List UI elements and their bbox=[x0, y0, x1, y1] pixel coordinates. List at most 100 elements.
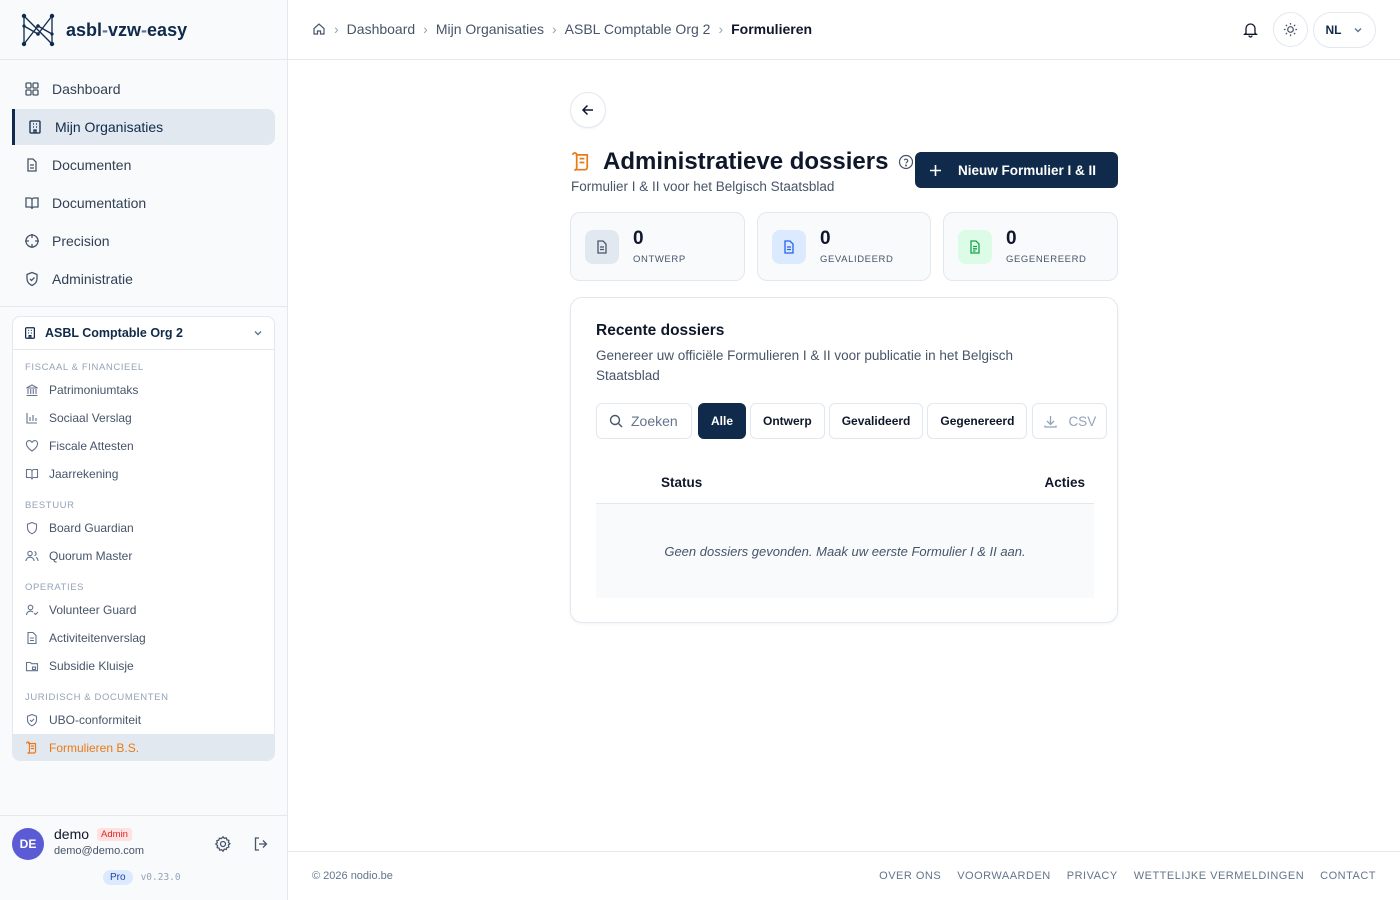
help-circle-icon[interactable] bbox=[898, 154, 914, 170]
document-icon bbox=[27, 158, 37, 172]
sub-item-label: Formulieren B.S. bbox=[49, 741, 140, 755]
sub-item-volunteer-guard[interactable]: Volunteer Guard bbox=[13, 596, 274, 624]
table-header: Status Acties bbox=[596, 462, 1094, 504]
recent-dossiers-card: Recente dossiers Genereer uw officiële F… bbox=[570, 297, 1118, 623]
stat-card-gegenereerd: 0 GEGENEREERD bbox=[943, 212, 1118, 281]
network-logo-icon bbox=[21, 13, 55, 47]
nav-label: Documenten bbox=[52, 157, 132, 173]
sub-item-label: Board Guardian bbox=[49, 521, 134, 535]
folder-lock-icon bbox=[25, 661, 39, 672]
stat-value: 0 bbox=[820, 228, 831, 249]
divider bbox=[0, 815, 287, 816]
search-input[interactable]: Zoeken bbox=[596, 403, 692, 439]
sun-icon bbox=[1283, 22, 1298, 37]
heart-icon bbox=[25, 440, 39, 452]
sub-item-fiscale-attesten[interactable]: Fiscale Attesten bbox=[13, 432, 274, 460]
bell-icon[interactable] bbox=[1242, 21, 1259, 38]
users-icon bbox=[25, 550, 39, 562]
user-email: demo@demo.com bbox=[54, 845, 145, 857]
sub-item-activiteitenverslag[interactable]: Activiteitenverslag bbox=[13, 624, 274, 652]
footer-links: OVER ONS VOORWAARDEN PRIVACY WETTELIJKE … bbox=[879, 870, 1376, 882]
nav-label: Mijn Organisaties bbox=[55, 119, 164, 135]
footer-link-privacy[interactable]: PRIVACY bbox=[1067, 870, 1118, 882]
page-header: Administratieve dossiers bbox=[570, 148, 914, 176]
back-button[interactable] bbox=[570, 92, 606, 128]
org-panel: ASBL Comptable Org 2 FISCAAL & FINANCIEE… bbox=[12, 316, 275, 761]
group-title: JURIDISCH & DOCUMENTEN bbox=[25, 692, 169, 703]
chevron-down-icon bbox=[1354, 28, 1361, 33]
page-subtitle: Formulier I & II voor het Belgisch Staat… bbox=[571, 179, 835, 194]
group-title: BESTUUR bbox=[25, 500, 75, 511]
column-status[interactable]: Status bbox=[661, 475, 702, 490]
sub-item-patrimoniumtaks[interactable]: Patrimoniumtaks bbox=[13, 376, 274, 404]
sub-item-label: Quorum Master bbox=[49, 549, 133, 563]
footer-link-voorwaarden[interactable]: VOORWAARDEN bbox=[957, 870, 1051, 882]
new-form-button[interactable]: Nieuw Formulier I & II bbox=[915, 152, 1118, 188]
stat-card-ontwerp: 0 ONTWERP bbox=[570, 212, 745, 281]
theme-toggle-button[interactable] bbox=[1273, 12, 1308, 47]
nav-label: Precision bbox=[52, 233, 110, 249]
group-title: OPERATIES bbox=[25, 582, 85, 593]
group-title: FISCAAL & FINANCIEEL bbox=[25, 362, 144, 373]
user-profile[interactable]: DE demo Admin demo@demo.com bbox=[12, 826, 144, 860]
bar-chart-icon bbox=[26, 413, 37, 424]
sub-item-label: Jaarrekening bbox=[49, 467, 119, 481]
nav-item-mijn-organisaties[interactable]: Mijn Organisaties bbox=[12, 109, 275, 145]
sub-item-board-guardian[interactable]: Board Guardian bbox=[13, 514, 274, 542]
chevron-right-icon: › bbox=[423, 21, 428, 37]
nav-item-documenten[interactable]: Documenten bbox=[12, 147, 275, 183]
filter-alle[interactable]: Alle bbox=[698, 403, 747, 439]
stat-label: ONTWERP bbox=[633, 254, 686, 265]
filter-ontwerp[interactable]: Ontwerp bbox=[750, 403, 825, 439]
filter-gevalideerd[interactable]: Gevalideerd bbox=[828, 403, 924, 439]
divider bbox=[0, 306, 287, 307]
stat-label: GEGENEREERD bbox=[1006, 254, 1087, 265]
breadcrumb-mijn-organisaties[interactable]: Mijn Organisaties bbox=[436, 21, 544, 37]
nav-item-administratie[interactable]: Administratie bbox=[12, 261, 275, 297]
copyright: © 2026 nodio.be bbox=[312, 870, 393, 882]
breadcrumb-org[interactable]: ASBL Comptable Org 2 bbox=[565, 21, 711, 37]
download-icon bbox=[1044, 415, 1058, 428]
page-title: Administratieve dossiers bbox=[603, 148, 889, 175]
stat-card-gevalideerd: 0 GEVALIDEERD bbox=[757, 212, 931, 281]
sub-item-formulieren-bs[interactable]: Formulieren B.S. bbox=[13, 734, 274, 760]
document-icon bbox=[784, 239, 794, 254]
logout-icon[interactable] bbox=[252, 835, 270, 853]
nav-item-documentation[interactable]: Documentation bbox=[12, 185, 275, 221]
crosshair-icon bbox=[25, 234, 39, 248]
sub-item-quorum-master[interactable]: Quorum Master bbox=[13, 542, 274, 570]
sub-item-subsidie-kluisje[interactable]: Subsidie Kluisje bbox=[13, 652, 274, 680]
scroll-icon bbox=[572, 151, 589, 171]
nav-item-precision[interactable]: Precision bbox=[12, 223, 275, 259]
sub-item-label: UBO-conformiteit bbox=[49, 713, 142, 727]
chevron-right-icon: › bbox=[552, 21, 557, 37]
book-icon bbox=[25, 197, 39, 210]
language-value: NL bbox=[1325, 23, 1342, 37]
chevron-right-icon: › bbox=[334, 21, 339, 37]
filter-gegenereerd[interactable]: Gegenereerd bbox=[927, 403, 1028, 439]
breadcrumb-dashboard[interactable]: Dashboard bbox=[347, 21, 416, 37]
document-icon bbox=[597, 239, 607, 254]
shield-icon bbox=[26, 521, 38, 535]
home-icon[interactable] bbox=[312, 22, 326, 36]
breadcrumb-current: Formulieren bbox=[731, 21, 813, 37]
sub-item-jaarrekening[interactable]: Jaarrekening bbox=[13, 460, 274, 488]
language-select[interactable]: NL bbox=[1313, 12, 1376, 48]
csv-export-button[interactable]: CSV bbox=[1032, 403, 1108, 439]
empty-state: Geen dossiers gevonden. Maak uw eerste F… bbox=[596, 504, 1094, 598]
app-name: asbl-vzw-easy bbox=[66, 19, 188, 40]
building-icon bbox=[29, 120, 41, 134]
footer-link-wettelijke-vermeldingen[interactable]: WETTELIJKE VERMELDINGEN bbox=[1134, 870, 1304, 882]
arrow-left-icon bbox=[581, 104, 593, 116]
settings-gear-icon[interactable] bbox=[214, 835, 232, 853]
sub-item-sociaal-verslag[interactable]: Sociaal Verslag bbox=[13, 404, 274, 432]
footer-link-over-ons[interactable]: OVER ONS bbox=[879, 870, 941, 882]
org-switcher[interactable]: ASBL Comptable Org 2 bbox=[13, 317, 274, 350]
card-title: Recente dossiers bbox=[596, 322, 725, 339]
filter-bar: Zoeken Alle Ontwerp Gevalideerd Gegenere… bbox=[596, 403, 1108, 439]
sub-item-ubo-conformiteit[interactable]: UBO-conformiteit bbox=[13, 706, 274, 734]
version-info: Pro v0.23.0 bbox=[103, 870, 181, 885]
app-logo[interactable]: asbl-vzw-easy bbox=[20, 12, 187, 48]
nav-item-dashboard[interactable]: Dashboard bbox=[12, 71, 275, 107]
footer-link-contact[interactable]: CONTACT bbox=[1320, 870, 1376, 882]
